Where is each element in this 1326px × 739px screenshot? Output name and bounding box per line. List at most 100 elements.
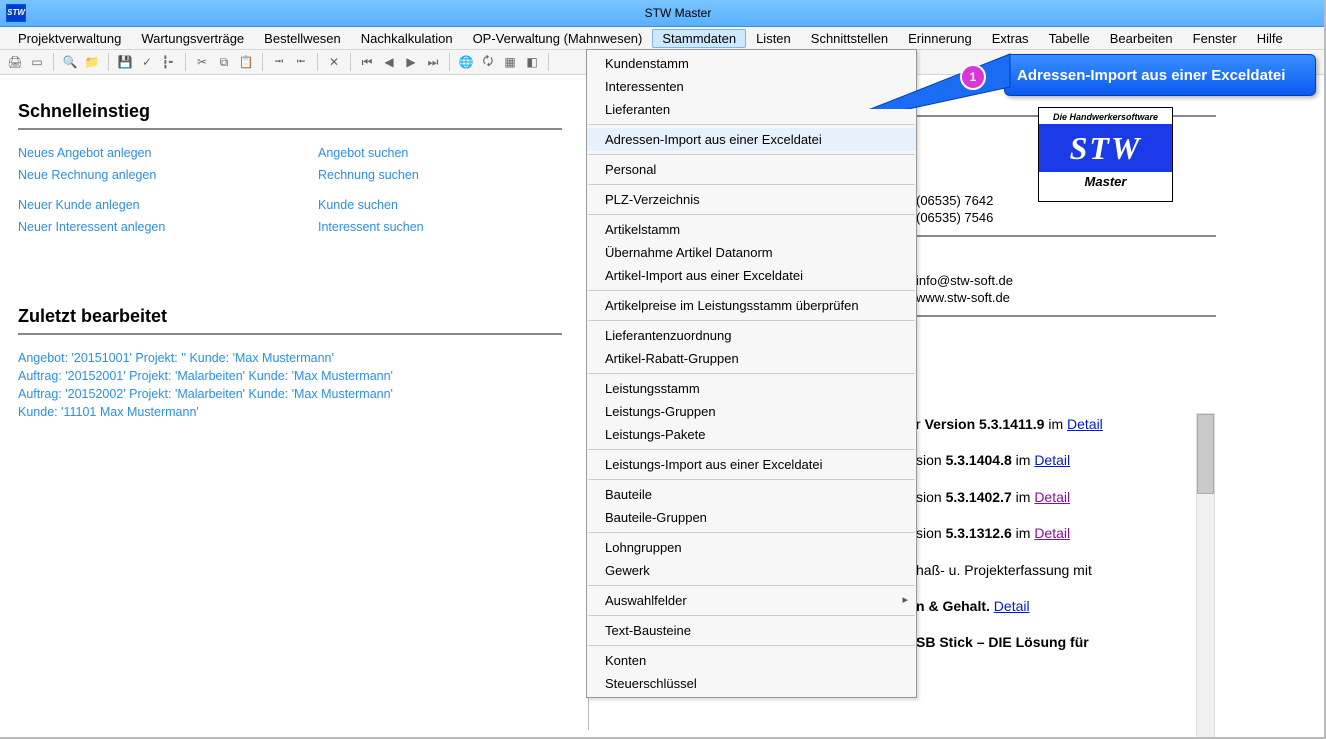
quicklink[interactable]: Neuer Kunde anlegen [18,196,318,214]
dropdown-separator [588,449,915,450]
tb-delete-icon[interactable]: ✕ [325,53,343,71]
dropdown-item[interactable]: Bauteile [587,483,916,506]
recent-item[interactable]: Auftrag: '20152002' Projekt: 'Malarbeite… [18,385,562,403]
dropdown-item[interactable]: Leistungs-Gruppen [587,400,916,423]
news-item: sion 5.3.1312.6 im Detail [916,522,1196,544]
tb-cut-icon[interactable]: ✂ [193,53,211,71]
quicklink [318,188,538,192]
contact-email: info@stw-soft.de [916,273,1216,288]
tb-copy-icon[interactable]: ⧉ [215,53,233,71]
quicklink[interactable]: Neuer Interessent anlegen [18,218,318,236]
dropdown-separator [588,373,915,374]
dropdown-separator [588,184,915,185]
contact-web: www.stw-soft.de [916,290,1216,305]
dropdown-item[interactable]: Leistungsstamm [587,377,916,400]
dropdown-item[interactable]: Artikelpreise im Leistungsstamm überprüf… [587,294,916,317]
quicklink[interactable]: Interessent suchen [318,218,538,236]
tb-nav-next-icon[interactable]: ▶ [402,53,420,71]
tb-save-icon[interactable]: 💾 [116,53,134,71]
dropdown-item[interactable]: Konten [587,649,916,672]
news-detail-link[interactable]: Detail [1034,452,1070,468]
tb-nav-last-icon[interactable]: ⏭ [424,53,442,71]
tb-paste-icon[interactable]: 📋 [237,53,255,71]
dropdown-item[interactable]: PLZ-Verzeichnis [587,188,916,211]
logo-subtitle: Master [1039,172,1172,189]
tb-refresh-icon[interactable]: 🗘 [479,53,497,71]
tb-sidebar-icon[interactable]: ◧ [523,53,541,71]
dropdown-item[interactable]: Artikelstamm [587,218,916,241]
menu-bar: ProjektverwaltungWartungsverträgeBestell… [0,27,1324,50]
title-bar: STW STW Master [0,0,1324,27]
dropdown-item[interactable]: Steuerschlüssel [587,672,916,695]
news-detail-link[interactable]: Detail [1067,416,1103,432]
menu-bestellwesen[interactable]: Bestellwesen [254,29,351,48]
dropdown-item[interactable]: Auswahlfelder [587,589,916,612]
quicklink[interactable]: Neue Rechnung anlegen [18,166,318,184]
callout-number-badge: 1 [960,64,986,90]
recent-item[interactable]: Auftrag: '20152001' Projekt: 'Malarbeite… [18,367,562,385]
menu-projektverwaltung[interactable]: Projektverwaltung [8,29,131,48]
tb-nav-first-icon[interactable]: ⏮ [358,53,376,71]
dropdown-item[interactable]: Leistungs-Import aus einer Exceldatei [587,453,916,476]
news-scrollbar[interactable] [1196,413,1215,739]
menu-extras[interactable]: Extras [982,29,1039,48]
dropdown-item[interactable]: Bauteile-Gruppen [587,506,916,529]
tb-tree-icon[interactable]: ┇╸ [160,53,178,71]
quicklink[interactable]: Angebot suchen [318,144,538,162]
scrollbar-thumb[interactable] [1197,414,1214,494]
tb-grid-icon[interactable]: ▦ [501,53,519,71]
quicklink[interactable]: Neues Angebot anlegen [18,144,318,162]
recent-heading: Zuletzt bearbeitet [18,306,562,327]
tb-doc-icon[interactable]: ▭ [28,53,46,71]
quicklink[interactable]: Rechnung suchen [318,166,538,184]
dropdown-separator [588,532,915,533]
tb-check-icon[interactable]: ✓ [138,53,156,71]
tb-globe-icon[interactable]: 🌐 [457,53,475,71]
tb-last-icon[interactable]: ⭰ [292,53,310,71]
menu-hilfe[interactable]: Hilfe [1247,29,1293,48]
dropdown-item[interactable]: Lohngruppen [587,536,916,559]
callout-tail-icon [825,49,1015,109]
callout-bubble: Adressen-Import aus einer Exceldatei [1004,54,1316,96]
menu-nachkalkulation[interactable]: Nachkalkulation [351,29,463,48]
callout-text: Adressen-Import aus einer Exceldatei [1017,67,1285,84]
dropdown-separator [588,320,915,321]
dropdown-item[interactable]: Lieferantenzuordnung [587,324,916,347]
dropdown-item[interactable]: Artikel-Rabatt-Gruppen [587,347,916,370]
menu-erinnerung[interactable]: Erinnerung [898,29,982,48]
menu-schnittstellen[interactable]: Schnittstellen [801,29,898,48]
dropdown-separator [588,645,915,646]
news-detail-link[interactable]: Detail [1034,489,1070,505]
tb-folder-icon[interactable]: 📁 [83,53,101,71]
dropdown-item[interactable]: Gewerk [587,559,916,582]
divider [916,235,1216,237]
menu-wartungsvertr-ge[interactable]: Wartungsverträge [131,29,254,48]
tb-nav-prev-icon[interactable]: ◀ [380,53,398,71]
dropdown-item[interactable]: Text-Bausteine [587,619,916,642]
dropdown-item[interactable]: Artikel-Import aus einer Exceldatei [587,264,916,287]
contact-phone2: (06535) 7546 [916,210,1216,225]
dropdown-item[interactable]: Adressen-Import aus einer Exceldatei [587,128,916,151]
menu-stammdaten[interactable]: Stammdaten [652,29,746,48]
recent-item[interactable]: Kunde: '11101 Max Mustermann' [18,403,562,421]
dropdown-item[interactable]: Personal [587,158,916,181]
menu-tabelle[interactable]: Tabelle [1039,29,1100,48]
menu-bearbeiten[interactable]: Bearbeiten [1100,29,1183,48]
dropdown-item[interactable]: Leistungs-Pakete [587,423,916,446]
stammdaten-dropdown: KundenstammInteressentenLieferantenAdres… [586,49,917,698]
menu-listen[interactable]: Listen [746,29,801,48]
news-detail-link[interactable]: Detail [1034,525,1070,541]
dropdown-separator [588,124,915,125]
quicklink[interactable]: Kunde suchen [318,196,538,214]
news-detail-link[interactable]: Detail [994,598,1030,614]
tb-first-icon[interactable]: ⭲ [270,53,288,71]
menu-fenster[interactable]: Fenster [1183,29,1247,48]
dropdown-separator [588,585,915,586]
dropdown-item[interactable]: Übernahme Artikel Datanorm [587,241,916,264]
tb-print-icon[interactable]: 🖨 [6,53,24,71]
logo-tagline: Die Handwerkersoftware [1039,108,1172,124]
recent-item[interactable]: Angebot: '20151001' Projekt: '' Kunde: '… [18,349,562,367]
menu-op-verwaltung-mahnwesen-[interactable]: OP-Verwaltung (Mahnwesen) [463,29,653,48]
tb-zoom-icon[interactable]: 🔍 [61,53,79,71]
app-icon: STW [6,4,26,22]
